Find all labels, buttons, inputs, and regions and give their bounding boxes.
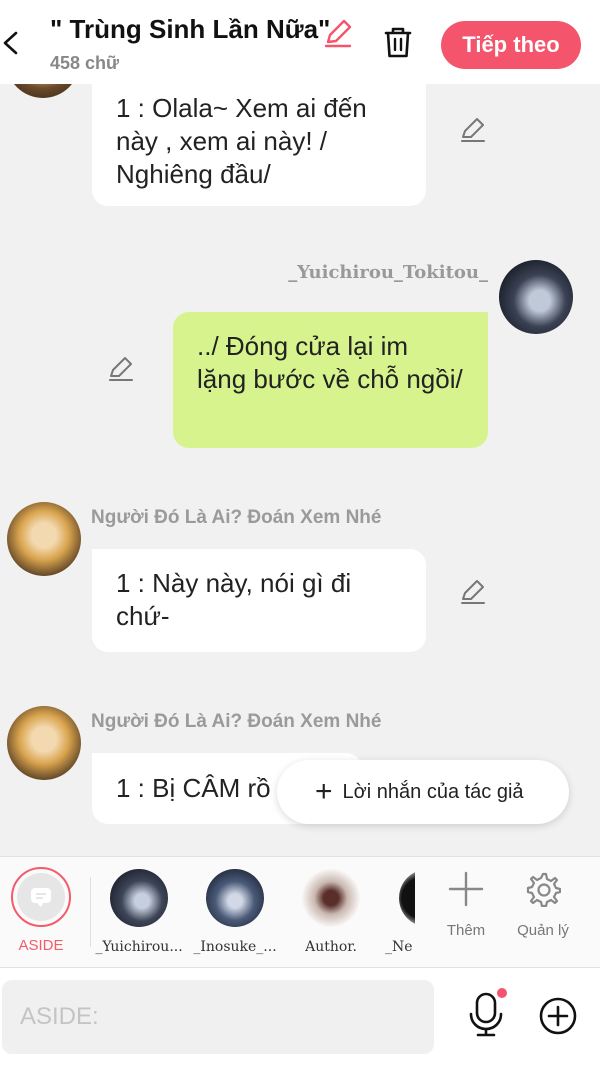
mic-notification-dot — [497, 988, 507, 998]
back-icon[interactable] — [0, 28, 24, 58]
edit-message-pencil-icon[interactable] — [107, 355, 135, 383]
message-bubble-2[interactable]: ../ Đóng cửa lại im lặng bước về chỗ ngồ… — [173, 312, 488, 448]
message-text: ../ Đóng cửa lại im lặng bước về chỗ ngồ… — [197, 331, 463, 394]
character-avatar — [206, 869, 264, 927]
message-bubble-3[interactable]: 1 : Này này, nói gì đi chứ- — [92, 549, 426, 652]
aside-selector[interactable]: ASIDE — [0, 867, 86, 954]
message-text: 1 : Olala~ Xem ai đến này , xem ai này! … — [116, 93, 367, 189]
author-name-left: Người Đó Là Ai? Đoán Xem Nhé — [91, 711, 382, 732]
author-note-button[interactable]: + Lời nhắn của tác giả — [277, 760, 569, 824]
word-count: 458 chữ — [50, 53, 120, 73]
edit-message-pencil-icon[interactable] — [459, 578, 487, 606]
character-bar: ASIDE _Yuichirou... _Inosuke_... Author.… — [0, 856, 600, 968]
character-name: _Yuichirou... — [95, 939, 183, 955]
divider — [90, 877, 91, 947]
avatar-right-yuichirou[interactable] — [499, 260, 573, 334]
manage-button[interactable]: Quản lý — [508, 871, 578, 939]
plus-icon: + — [315, 775, 333, 808]
add-label: Thêm — [446, 922, 486, 939]
add-character-button[interactable]: Thêm — [431, 871, 501, 939]
aside-icon — [17, 873, 65, 921]
avatar-left-2[interactable] — [7, 502, 81, 576]
top-bar: " Trùng Sinh Lần Nữa" 458 chữ Tiếp theo — [0, 0, 600, 84]
character-name: _Ne — [385, 939, 413, 955]
avatar-left-3[interactable] — [7, 706, 81, 780]
character-partial[interactable]: _Ne — [371, 869, 415, 955]
character-yuichirou[interactable]: _Yuichirou... — [94, 869, 184, 955]
character-avatar — [399, 869, 415, 927]
aside-label: ASIDE — [18, 937, 64, 954]
author-name-right: _Yuichirou_Tokitou_ — [288, 262, 488, 283]
manage-label: Quản lý — [517, 922, 569, 939]
add-circle-icon[interactable] — [538, 996, 578, 1036]
character-name: Author. — [305, 939, 357, 955]
edit-message-pencil-icon[interactable] — [459, 116, 487, 144]
character-avatar — [110, 869, 168, 927]
story-title: " Trùng Sinh Lần Nữa" — [50, 14, 331, 44]
trash-icon[interactable] — [380, 24, 416, 60]
input-bar — [0, 968, 600, 1067]
character-author[interactable]: Author. — [286, 869, 376, 955]
message-bubble-1[interactable]: 1 : Olala~ Xem ai đến này , xem ai này! … — [92, 84, 426, 206]
author-note-label: Lời nhắn của tác giả — [342, 780, 524, 803]
author-name-left: Người Đó Là Ai? Đoán Xem Nhé — [91, 507, 382, 528]
message-text: 1 : Bị CÂM rồ — [116, 773, 271, 803]
character-inosuke[interactable]: _Inosuke_... — [190, 869, 280, 955]
character-avatar — [302, 869, 360, 927]
character-name: _Inosuke_... — [193, 939, 277, 955]
message-input[interactable] — [2, 980, 434, 1054]
gear-icon — [526, 872, 562, 908]
message-text: 1 : Này này, nói gì đi chứ- — [116, 568, 352, 631]
plus-icon — [448, 871, 484, 907]
aside-icon-ring — [11, 867, 71, 927]
next-button[interactable]: Tiếp theo — [441, 21, 581, 69]
edit-title-pencil-icon[interactable] — [322, 17, 354, 49]
